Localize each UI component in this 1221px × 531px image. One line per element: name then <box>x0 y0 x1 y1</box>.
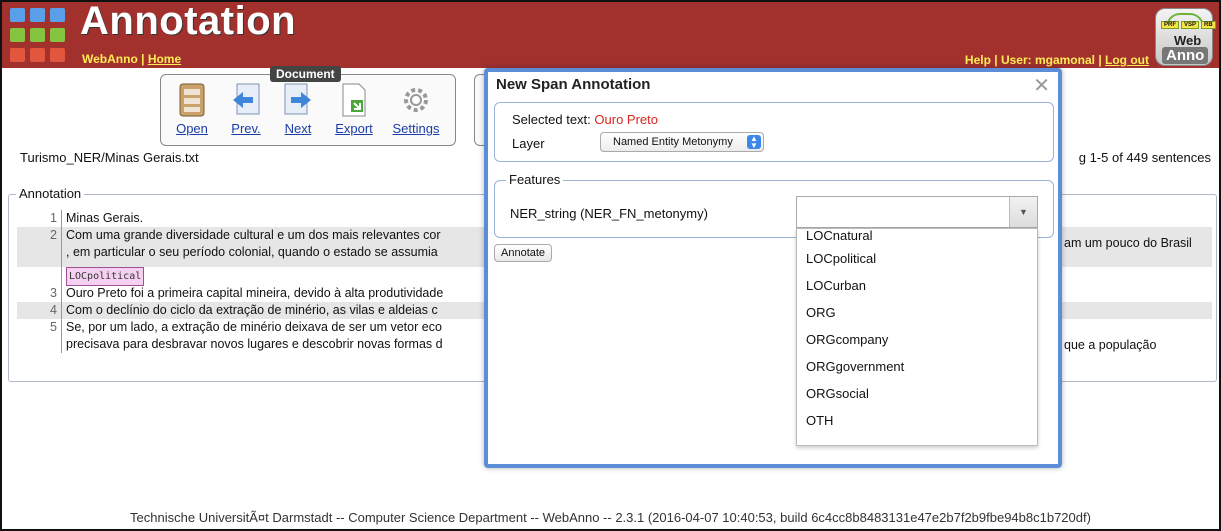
page-title: Annotation <box>80 0 297 43</box>
dropdown-option[interactable]: ORG <box>797 299 1037 326</box>
next-document-icon <box>283 82 313 118</box>
export-icon <box>339 82 369 118</box>
selected-text-label: Selected text: <box>512 112 591 127</box>
selected-text: Selected text: Ouro Preto <box>512 112 658 127</box>
select-arrows-icon: ▲ ▼ <box>747 135 761 150</box>
logo-word: Web <box>1174 33 1202 48</box>
dropdown-option[interactable]: ORGcompany <box>797 326 1037 353</box>
dialog-title: New Span Annotation <box>496 76 651 93</box>
chevron-down-icon[interactable]: ▼ <box>1009 197 1037 227</box>
feature-dropdown-list: LOCnatural LOCpolitical LOCurban ORG ORG… <box>796 228 1038 446</box>
sentence-tail: que a população <box>1064 338 1157 352</box>
sentence-number: 3 <box>17 285 62 302</box>
export-button[interactable]: Export <box>328 82 380 136</box>
features-legend: Features <box>506 172 564 187</box>
layer-label: Layer <box>512 136 545 151</box>
gear-icon <box>401 82 431 118</box>
export-label: Export <box>335 121 373 136</box>
sentence-tail: am um pouco do Brasil <box>1064 236 1192 250</box>
previous-button[interactable]: Prev. <box>220 82 272 136</box>
app-header: Annotation WebAnno | Home Help | User: m… <box>2 0 1219 68</box>
logo-badge: VSP <box>1181 21 1200 29</box>
dropdown-option[interactable]: LOCpolitical <box>797 245 1037 272</box>
logout-link[interactable]: Log out <box>1105 53 1149 67</box>
logo-word: Anno <box>1162 47 1209 64</box>
layer-select-value: Named Entity Metonymy <box>613 136 733 148</box>
feature-label: NER_string (NER_FN_metonymy) <box>510 206 708 221</box>
webanno-logo: PRF VSP RB Web Anno <box>1155 8 1216 66</box>
dropdown-option[interactable]: LOCurban <box>797 272 1037 299</box>
open-button[interactable]: Open <box>166 82 218 136</box>
user-nav: Help | User: mgamonal | Log out <box>964 53 1149 67</box>
entity-span-label[interactable]: LOCpolitical <box>66 267 145 286</box>
home-link[interactable]: Home <box>148 52 181 66</box>
toolbar-legend: Document <box>270 66 341 82</box>
dropdown-option[interactable]: OTH <box>797 407 1037 434</box>
dropdown-option[interactable]: LOCnatural <box>797 229 1037 245</box>
settings-label: Settings <box>392 121 440 136</box>
document-name: Turismo_NER/Minas Gerais.txt <box>20 150 199 165</box>
selection-fieldset <box>494 102 1054 162</box>
help-link[interactable]: Help <box>965 53 991 67</box>
webanno-link: WebAnno <box>82 52 138 66</box>
annotate-button[interactable]: Annotate <box>494 244 553 262</box>
previous-document-icon <box>231 82 261 118</box>
sentence-number: 1 <box>17 210 62 227</box>
logo-badge: RB <box>1201 21 1216 29</box>
annotation-legend: Annotation <box>16 186 85 201</box>
sentence-number: 2 <box>17 227 62 261</box>
sentence-number: 5 <box>17 319 62 353</box>
settings-button[interactable]: Settings <box>390 82 442 136</box>
next-button[interactable]: Next <box>272 82 324 136</box>
previous-label: Prev. <box>231 121 261 136</box>
open-label: Open <box>176 121 208 136</box>
logo-badge: PRF <box>1161 21 1179 29</box>
dropdown-option[interactable]: ORGgovernment <box>797 353 1037 380</box>
app-grid-icon <box>10 8 74 66</box>
breadcrumb: WebAnno | Home <box>82 52 182 66</box>
user-label: User: mgamonal <box>1000 53 1095 67</box>
open-document-icon <box>177 82 207 118</box>
feature-combobox[interactable]: ▼ <box>796 196 1038 228</box>
footer: Technische UniversitÃ¤t Darmstadt -- Com… <box>130 510 1091 525</box>
close-icon[interactable]: ✕ <box>1033 73 1050 98</box>
sentence-info: g 1-5 of 449 sentences <box>1078 150 1211 165</box>
layer-select[interactable]: Named Entity Metonymy ▲ ▼ <box>600 132 764 152</box>
dropdown-option[interactable]: ORGsocial <box>797 380 1037 407</box>
next-label: Next <box>284 121 312 136</box>
new-span-annotation-dialog: New Span Annotation ✕ Selected text: Our… <box>484 68 1062 468</box>
selected-text-value: Ouro Preto <box>594 112 658 127</box>
sentence-number: 4 <box>17 302 62 319</box>
